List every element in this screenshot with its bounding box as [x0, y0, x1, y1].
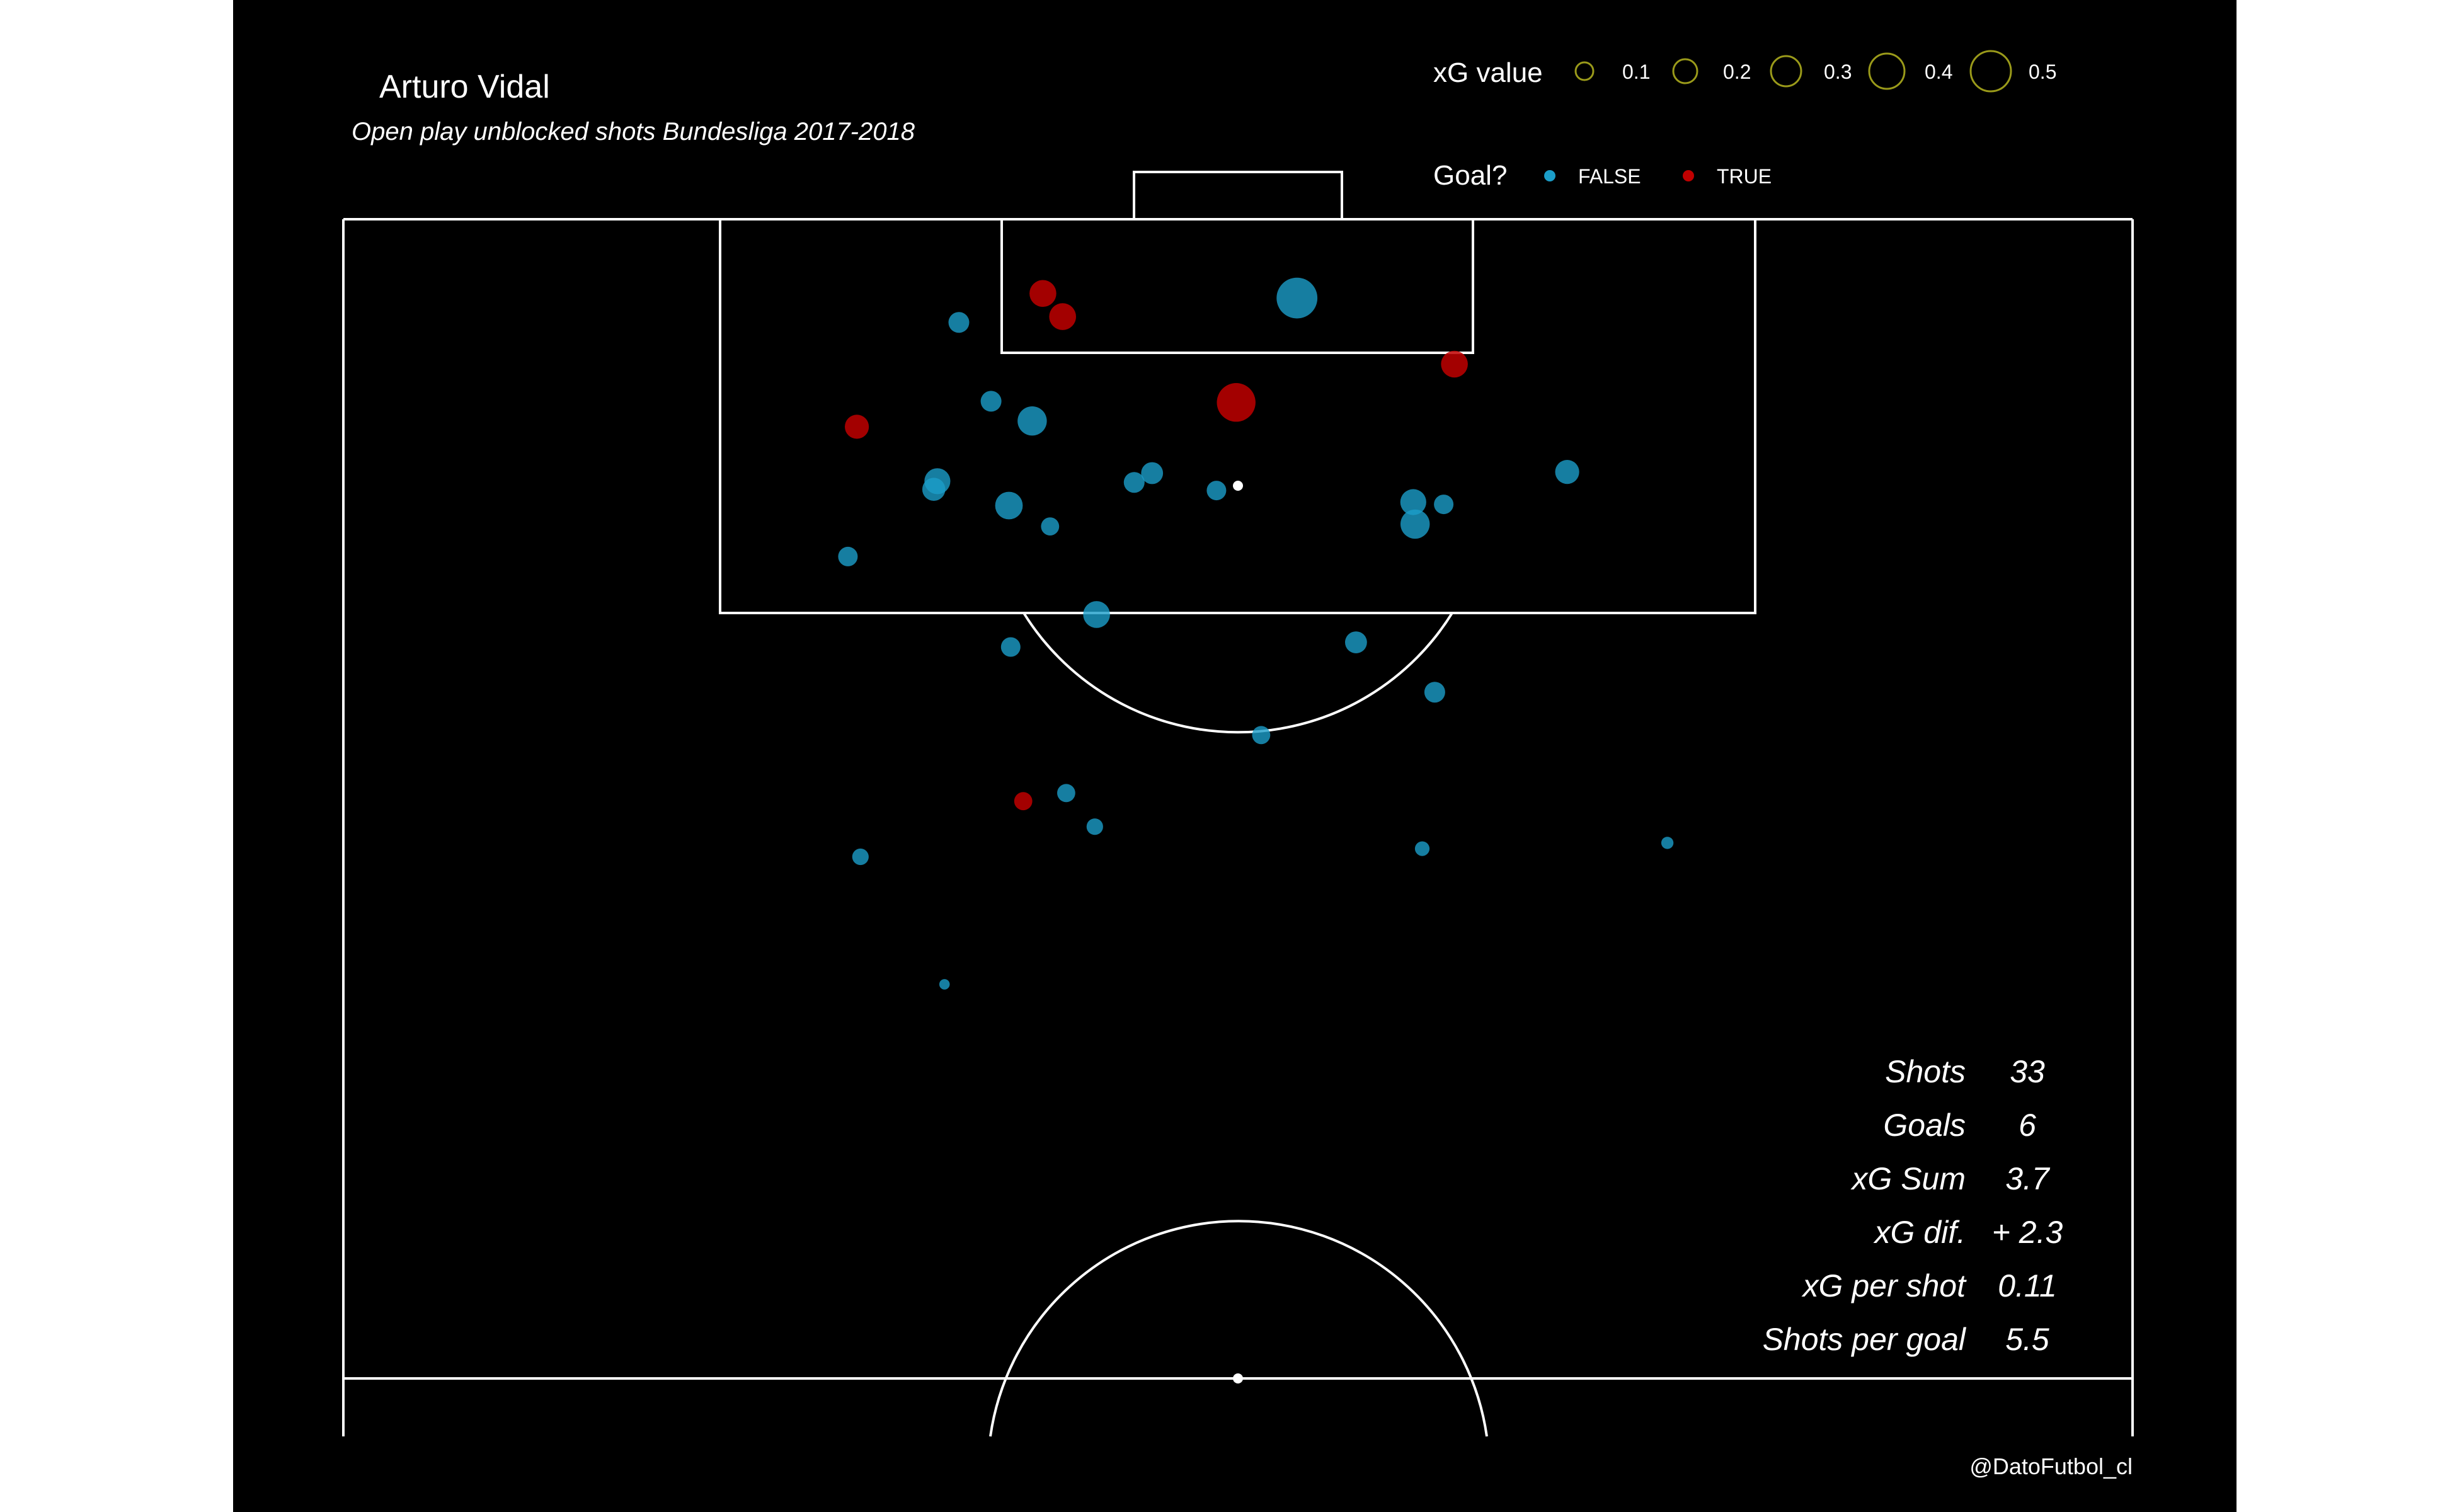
shot-map-chart: Arturo Vidal Open play unblocked shots B… — [342, 50, 2134, 1479]
size-legend-label: 0.3 — [1824, 60, 1852, 83]
stat-value: + 2.3 — [1992, 1215, 2063, 1250]
size-legend-swatch — [1770, 55, 1802, 88]
shots-layer — [838, 277, 1674, 990]
penalty-arc — [1022, 612, 1453, 734]
centre-spot — [1233, 1373, 1243, 1383]
xg-size-legend: xG value 0.1 0.2 0.3 0.4 0.5 — [1433, 50, 2056, 93]
shot-point-miss — [1661, 837, 1674, 849]
shot-point-miss — [1206, 481, 1227, 501]
stat-value: 0.11 — [1998, 1268, 2057, 1303]
chart-subtitle: Open play unblocked shots Bundesliga 201… — [352, 118, 915, 146]
shot-point-miss — [1414, 841, 1430, 856]
size-legend-label: 0.1 — [1622, 60, 1650, 83]
shot-point-miss — [1400, 509, 1430, 539]
chart-panel: Arturo Vidal Open play unblocked shots B… — [233, 0, 2236, 1512]
six-yard-box — [1000, 218, 1474, 354]
stat-label: xG dif. — [1874, 1215, 1966, 1250]
color-legend-label: TRUE — [1717, 165, 1772, 188]
shot-point-miss — [838, 546, 858, 566]
credit-text: @DatoFutbol_cl — [1969, 1453, 2133, 1479]
size-legend-label: 0.4 — [1925, 60, 1952, 83]
stat-label: Shots — [1885, 1054, 1966, 1089]
size-legend-title: xG value — [1433, 57, 1543, 88]
shot-point-goal — [1014, 792, 1033, 811]
shot-point-miss — [1424, 682, 1445, 703]
shot-point-goal — [1049, 303, 1076, 330]
shot-point-miss — [980, 391, 1002, 412]
shot-point-miss — [852, 848, 869, 866]
color-legend-title: Goal? — [1433, 160, 1507, 191]
shot-point-miss — [1434, 495, 1454, 515]
size-legend-label: 0.2 — [1723, 60, 1751, 83]
goal — [1133, 171, 1343, 220]
centre-circle — [989, 1220, 1488, 1437]
color-legend-swatch — [1544, 170, 1555, 181]
goal-color-legend: Goal? FALSE TRUE — [1433, 160, 1772, 191]
shot-point-miss — [1276, 277, 1318, 319]
size-legend-swatch — [1969, 50, 2012, 93]
size-legend-label: 0.5 — [2029, 60, 2056, 83]
size-legend-swatch — [1672, 58, 1698, 84]
stat-label: xG Sum — [1850, 1161, 1966, 1196]
stat-label: Goals — [1883, 1108, 1966, 1143]
stat-value: 3.7 — [2005, 1161, 2051, 1196]
shot-point-miss — [1086, 818, 1103, 835]
penalty-spot — [1233, 481, 1243, 491]
shot-point-goal — [1217, 383, 1256, 422]
shot-point-miss — [995, 491, 1023, 520]
shot-point-miss — [1141, 462, 1164, 484]
shot-point-miss — [1345, 631, 1367, 653]
shot-point-miss — [1252, 726, 1271, 745]
shot-point-miss — [948, 312, 970, 333]
pitch — [342, 171, 2134, 1437]
shot-point-miss — [1017, 406, 1047, 436]
shot-point-miss — [1041, 517, 1060, 536]
shot-point-goal — [1029, 280, 1057, 307]
shot-point-miss — [1057, 784, 1075, 803]
color-legend-label: FALSE — [1578, 165, 1641, 188]
shot-point-goal — [845, 415, 869, 439]
shot-point-miss — [922, 478, 946, 501]
stat-value: 33 — [2010, 1054, 2045, 1089]
stat-label: xG per shot — [1802, 1268, 1967, 1303]
stat-label: Shots per goal — [1763, 1322, 1967, 1357]
shot-point-miss — [1000, 637, 1021, 657]
stats-table: Shots 33 Goals 6 xG Sum 3.7 xG dif. + 2.3 xG per… — [1763, 1054, 2063, 1357]
stat-value: 5.5 — [2005, 1322, 2049, 1357]
size-legend-swatch — [1574, 61, 1595, 81]
stat-value: 6 — [2019, 1108, 2036, 1143]
color-legend-swatch — [1683, 170, 1694, 181]
shot-point-miss — [1083, 601, 1110, 628]
size-legend-swatch — [1868, 52, 1906, 90]
shot-point-goal — [1441, 350, 1468, 378]
shot-point-miss — [1555, 460, 1579, 484]
chart-title: Arturo Vidal — [379, 69, 550, 105]
shot-point-miss — [939, 979, 950, 990]
